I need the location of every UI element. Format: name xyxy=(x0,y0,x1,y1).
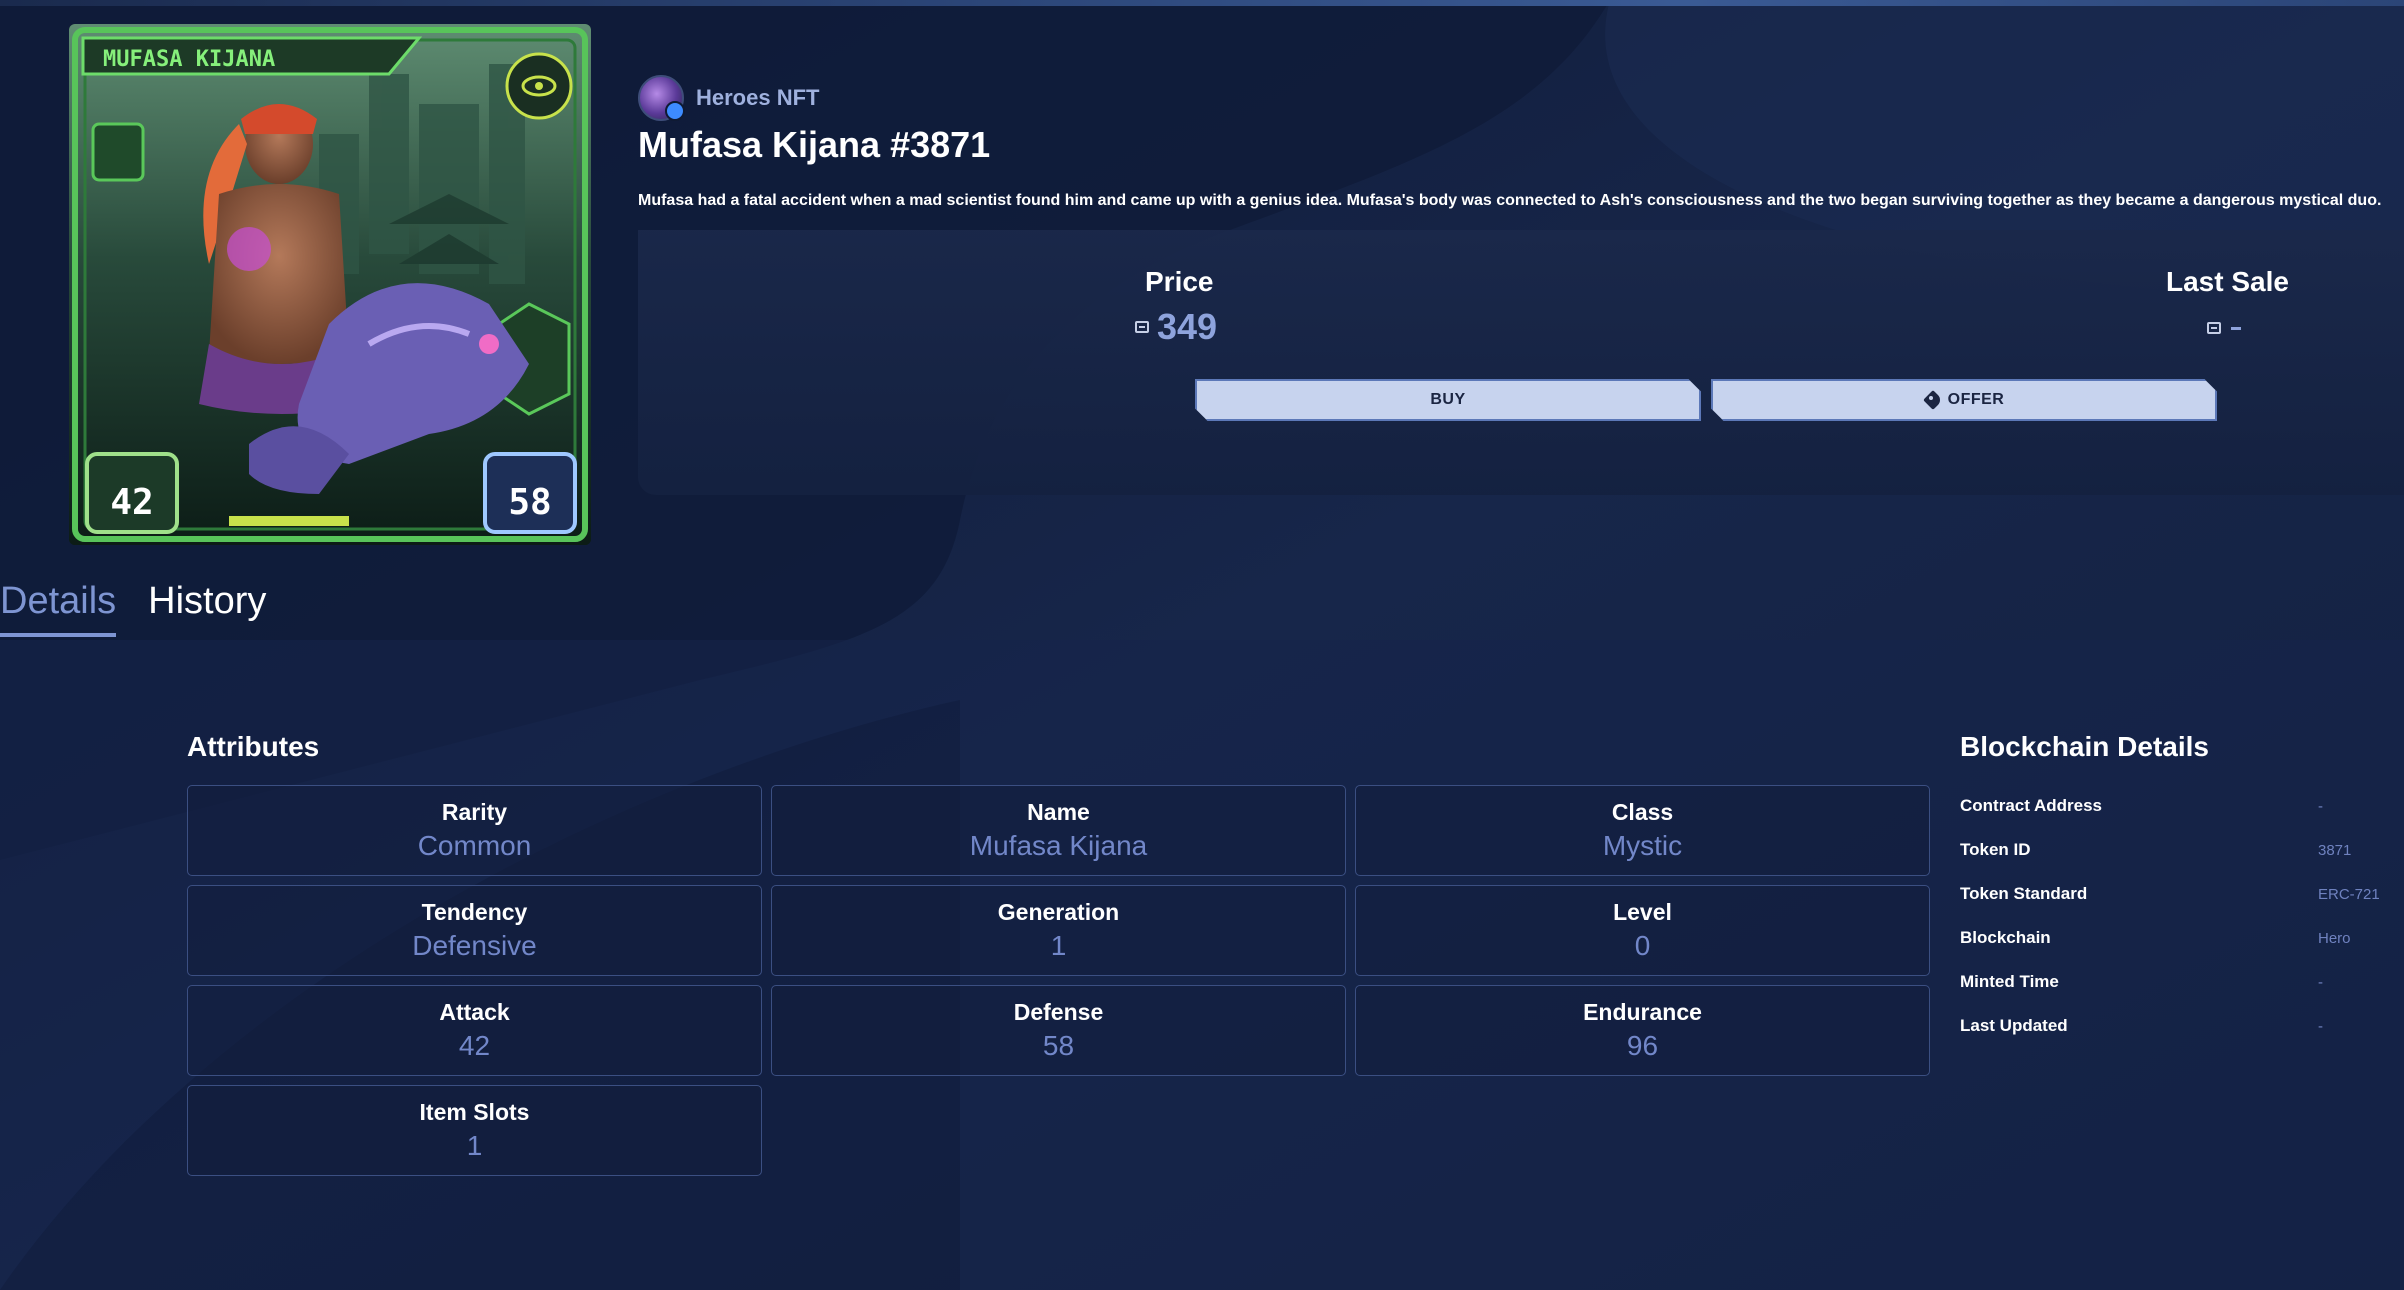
card-name-label: MUFASA KIJANA xyxy=(103,47,275,72)
attribute-card: Item Slots 1 xyxy=(187,1085,762,1176)
price-panel xyxy=(638,230,2404,495)
tab-details[interactable]: Details xyxy=(0,580,117,637)
attribute-label: Rarity xyxy=(441,799,508,825)
price-label: Price xyxy=(1145,266,1214,297)
blockchain-key: Token Standard xyxy=(1960,884,2088,903)
blockchain-key: Minted Time xyxy=(1960,972,2059,991)
attribute-card: Level 0 xyxy=(1355,885,1930,976)
blockchain-value: 3871 xyxy=(2318,841,2352,859)
last-sale-value-row xyxy=(2207,322,2241,334)
attribute-value: Mystic xyxy=(1602,830,1683,861)
blockchain-value: Hero xyxy=(2318,929,2351,947)
attribute-label: Level xyxy=(1613,899,1672,925)
offer-button[interactable]: OFFER xyxy=(1711,379,2217,421)
blockchain-key: Contract Address xyxy=(1960,796,2103,815)
price-value-row: 349 xyxy=(1135,306,1217,348)
tag-icon xyxy=(1924,391,1942,409)
attribute-card: Defense 58 xyxy=(771,985,1346,1076)
attribute-label: Tendency xyxy=(421,899,528,925)
attribute-label: Class xyxy=(1611,799,1674,825)
blockchain-row: Blockchain Hero xyxy=(1960,916,2390,960)
blockchain-row: Last Updated - xyxy=(1960,1004,2390,1048)
attribute-card: Tendency Defensive xyxy=(187,885,762,976)
attribute-card: Generation 1 xyxy=(771,885,1346,976)
attribute-value: 58 xyxy=(1042,1030,1075,1061)
attribute-label: Generation xyxy=(997,899,1120,925)
attribute-value: Mufasa Kijana xyxy=(969,830,1148,861)
attribute-value: 96 xyxy=(1626,1030,1659,1061)
tab-history[interactable]: History xyxy=(148,580,266,637)
verified-badge-icon xyxy=(665,101,685,121)
blockchain-details-list: Contract Address - Token ID 3871 Token Sta… xyxy=(1960,784,2390,1048)
blockchain-value: - xyxy=(2318,973,2323,991)
attribute-label: Endurance xyxy=(1583,999,1702,1025)
blockchain-row: Minted Time - xyxy=(1960,960,2390,1004)
attribute-label: Item Slots xyxy=(419,1099,530,1125)
blockchain-key: Blockchain xyxy=(1960,928,2051,947)
blockchain-key: Last Updated xyxy=(1960,1016,2068,1035)
blockchain-row: Contract Address - xyxy=(1960,784,2390,828)
attributes-grid: Rarity Common Name Mufasa Kijana Class Myst… xyxy=(187,785,1930,1176)
offer-button-label: OFFER xyxy=(1947,391,2005,408)
collection-link[interactable]: Heroes NFT xyxy=(638,74,819,122)
attribute-card: Attack 42 xyxy=(187,985,762,1076)
attribute-value: Defensive xyxy=(412,930,537,961)
buy-button-label: BUY xyxy=(1430,391,1466,408)
attribute-card: Class Mystic xyxy=(1355,785,1930,876)
last-sale-empty-dash xyxy=(2231,326,2241,330)
last-sale-label: Last Sale xyxy=(2166,266,2289,297)
blockchain-value: - xyxy=(2318,1017,2323,1035)
blockchain-key: Token ID xyxy=(1960,840,2031,859)
nft-description: Mufasa had a fatal accident when a mad s… xyxy=(638,192,2382,209)
price-value: 349 xyxy=(1157,306,1218,347)
collection-avatar xyxy=(638,75,685,121)
attribute-label: Defense xyxy=(1013,999,1104,1025)
currency-icon xyxy=(1135,321,1149,333)
nft-card-image: MUFASA KIJANA 42 58 xyxy=(69,24,591,545)
attribute-value: 0 xyxy=(1634,930,1651,961)
currency-icon xyxy=(2207,322,2221,334)
attribute-card: Rarity Common xyxy=(187,785,762,876)
attribute-value: Common xyxy=(417,830,532,861)
buy-button[interactable]: BUY xyxy=(1195,379,1701,421)
card-defense-stat: 58 xyxy=(508,482,551,523)
blockchain-details-title: Blockchain Details xyxy=(1960,731,2209,762)
top-accent-strip xyxy=(0,0,2404,6)
attribute-card: Endurance 96 xyxy=(1355,985,1930,1076)
attributes-title: Attributes xyxy=(187,731,320,762)
nft-title: Mufasa Kijana #3871 xyxy=(638,124,991,165)
blockchain-row: Token Standard ERC-721 xyxy=(1960,872,2390,916)
blockchain-value: ERC-721 xyxy=(2318,885,2380,903)
attribute-label: Name xyxy=(1027,799,1090,825)
blockchain-row: Token ID 3871 xyxy=(1960,828,2390,872)
attribute-label: Attack xyxy=(439,999,510,1025)
card-attack-stat: 42 xyxy=(110,482,153,523)
attribute-card: Name Mufasa Kijana xyxy=(771,785,1346,876)
detail-tabs: Details History xyxy=(0,580,266,637)
attribute-value: 1 xyxy=(1050,930,1067,961)
blockchain-value: - xyxy=(2318,797,2323,815)
attribute-value: 42 xyxy=(458,1030,491,1061)
attribute-value: 1 xyxy=(466,1130,483,1161)
collection-name[interactable]: Heroes NFT xyxy=(696,85,819,111)
